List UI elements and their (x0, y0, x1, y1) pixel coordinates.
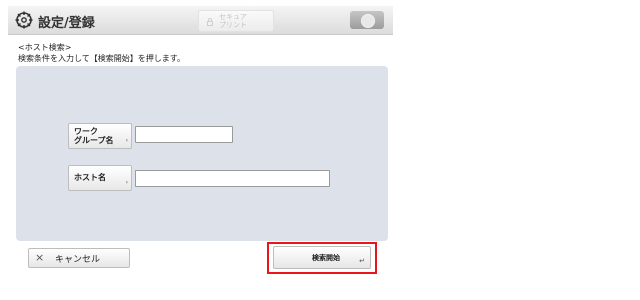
host-name-button[interactable]: ホスト名 › (68, 165, 132, 191)
host-name-label: ホスト名 (74, 173, 106, 182)
workgroup-name-label: ワーク グループ名 (74, 127, 114, 145)
start-search-label: 検索開始 (312, 254, 340, 262)
status-monitor-button[interactable] (350, 11, 384, 29)
status-monitor-icon (361, 14, 375, 28)
search-conditions-panel: ワーク グループ名 › ホスト名 › (16, 66, 388, 241)
workgroup-name-field[interactable] (135, 126, 233, 143)
chevron-right-icon: › (125, 179, 128, 186)
secure-print-button[interactable]: セキュア プリント (198, 10, 274, 32)
cancel-label: キャンセル (55, 255, 101, 265)
workgroup-name-button[interactable]: ワーク グループ名 › (68, 123, 132, 149)
section-title: <ホスト検索> (18, 43, 72, 52)
lock-icon (207, 18, 213, 26)
settings-screen: 設定/登録 セキュア プリント <ホスト検索> 検索条件を入力して【検索開始】を… (8, 6, 393, 274)
instruction-text: 検索条件を入力して【検索開始】を押します。 (18, 54, 185, 63)
secure-print-label-line1: セキュア (219, 13, 247, 21)
enter-arrow-icon: ↵ (359, 257, 365, 265)
close-icon: × (35, 251, 45, 264)
chevron-right-icon: › (125, 137, 128, 144)
page-title: 設定/登録 (38, 16, 95, 31)
instruction-area: <ホスト検索> 検索条件を入力して【検索開始】を押します。 (18, 42, 185, 64)
header-bar: 設定/登録 セキュア プリント (8, 6, 393, 35)
secure-print-label-line2: プリント (219, 21, 247, 29)
start-search-button[interactable]: 検索開始 ↵ (273, 246, 371, 269)
gear-icon (15, 11, 33, 29)
host-name-field[interactable] (135, 170, 330, 187)
cancel-button[interactable]: × キャンセル (28, 248, 130, 268)
